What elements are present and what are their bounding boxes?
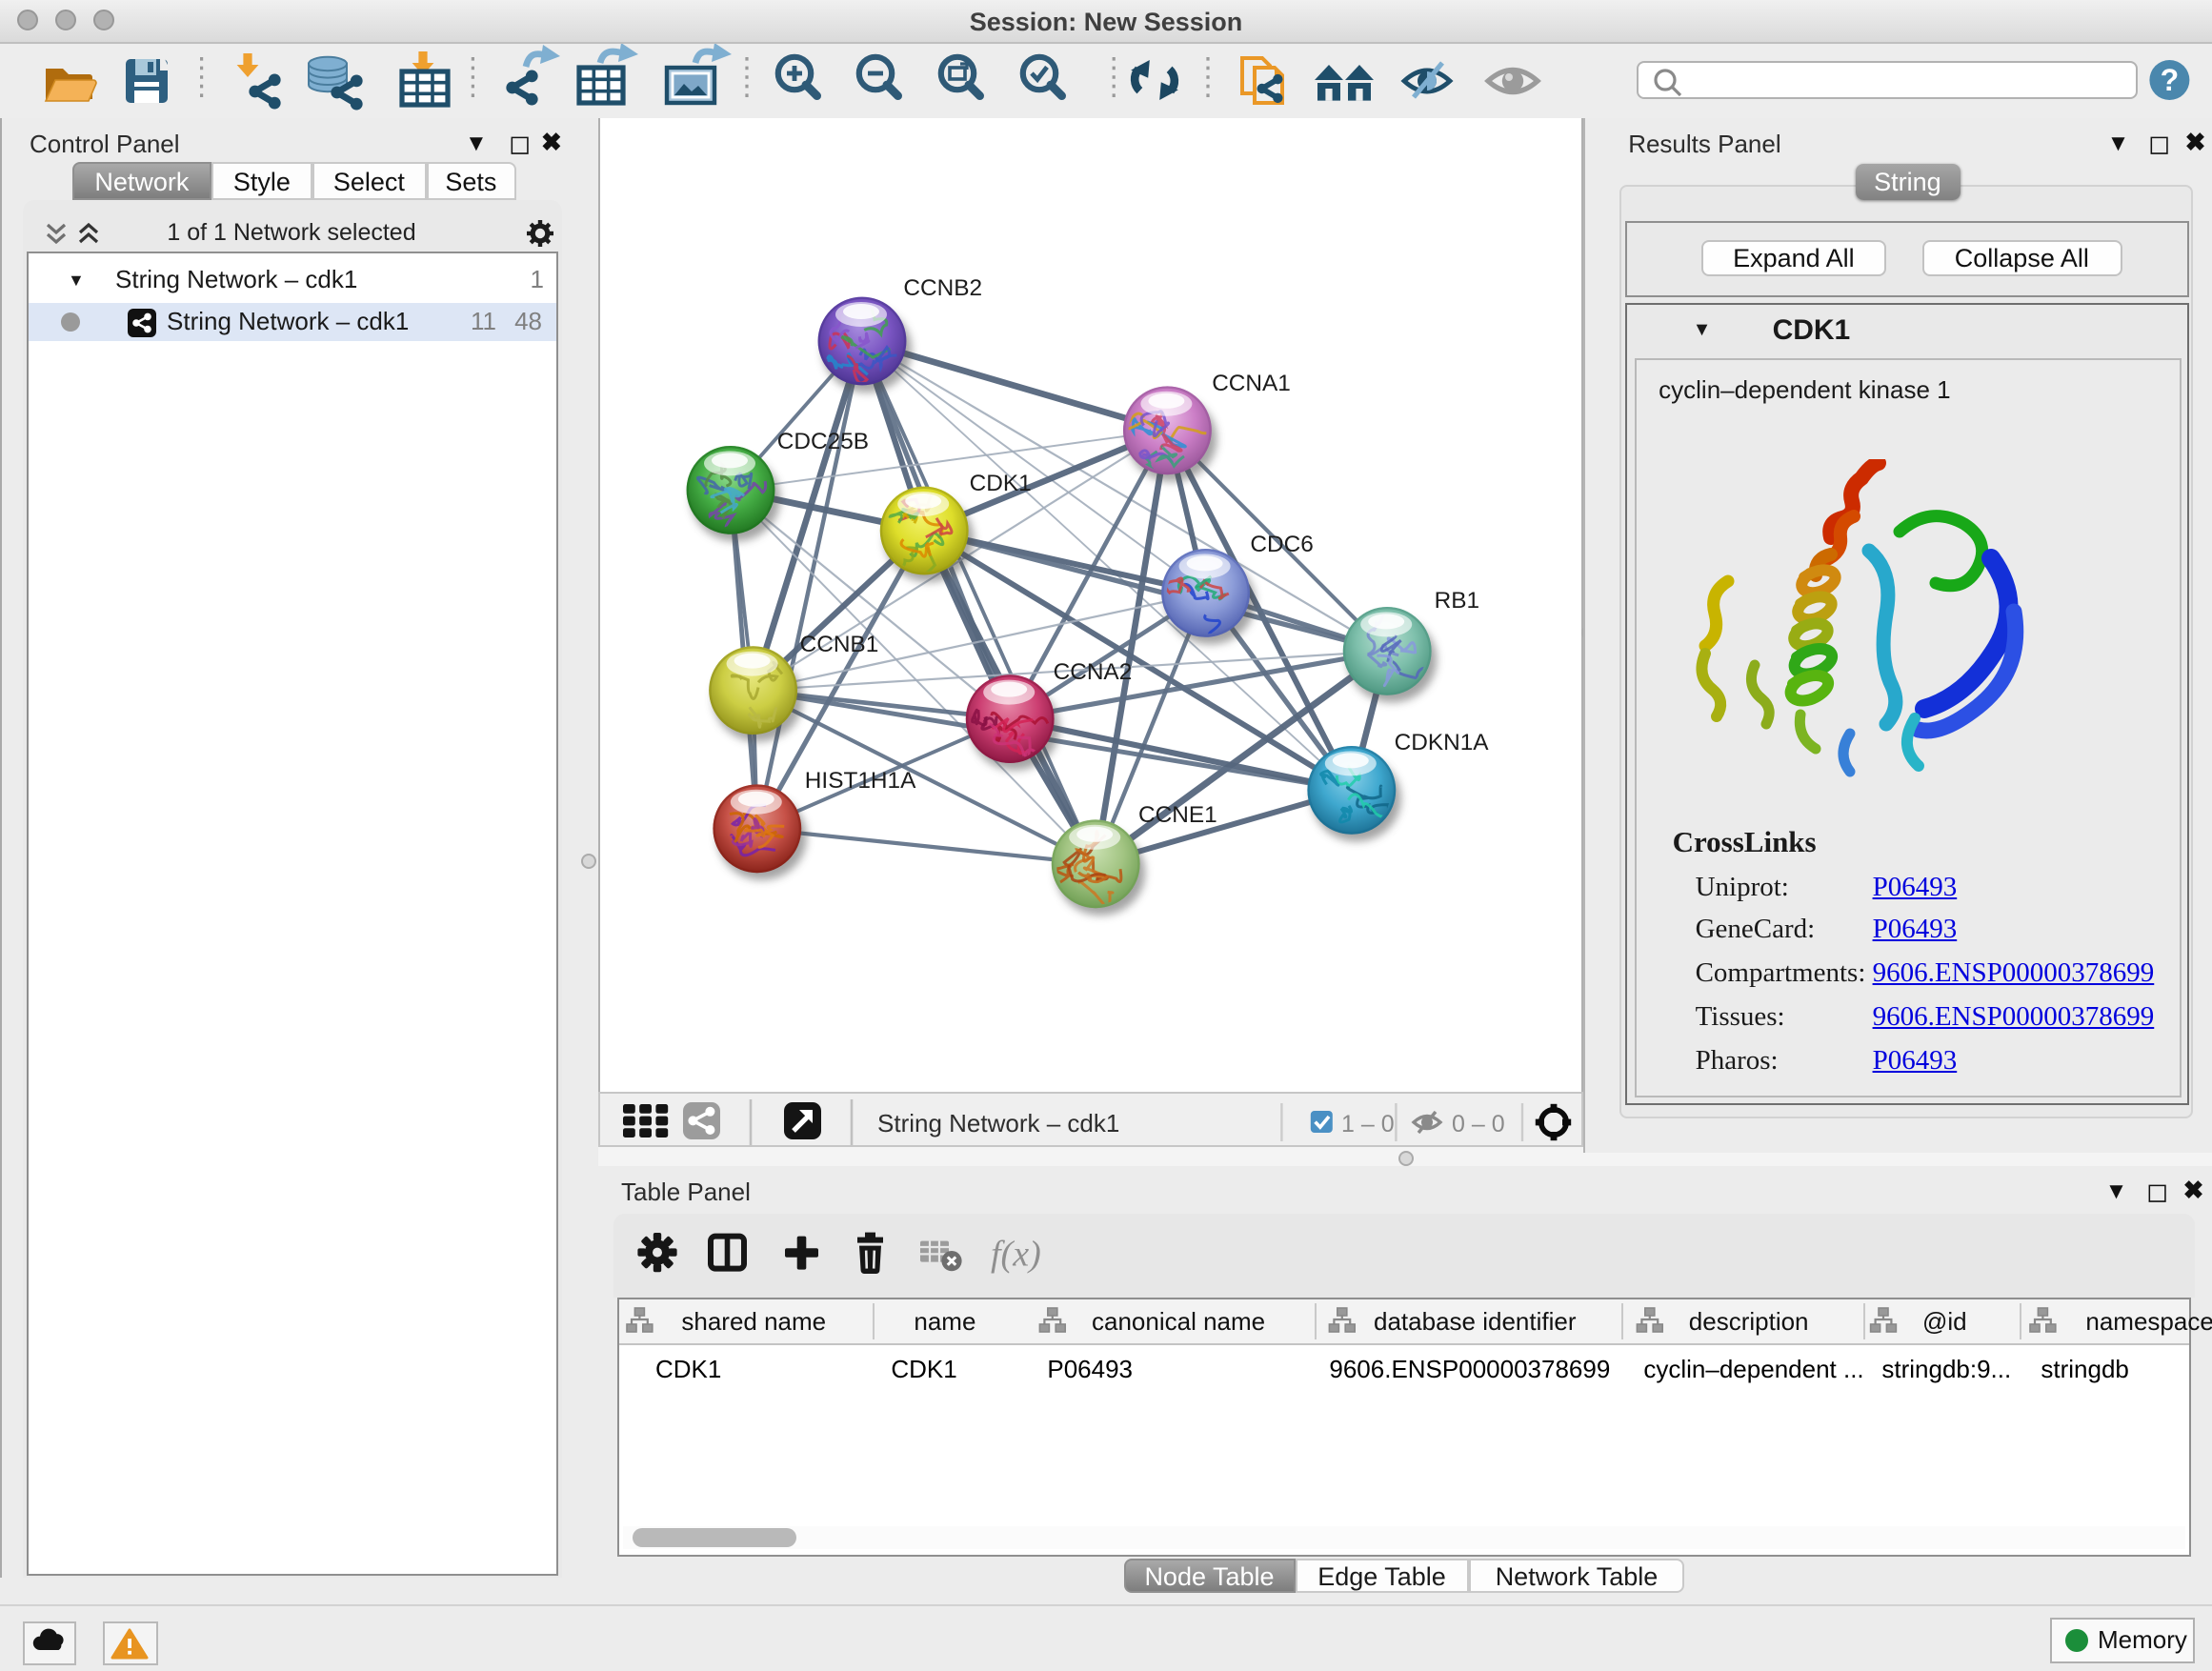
svg-text:CCNB1: CCNB1: [800, 632, 879, 657]
svg-text:CDK1: CDK1: [970, 471, 1032, 496]
svg-text:?: ?: [2161, 63, 2180, 97]
svg-text:RB1: RB1: [1435, 588, 1479, 614]
svg-text:CCNB2: CCNB2: [903, 275, 982, 301]
svg-text:CCNA1: CCNA1: [1212, 371, 1291, 396]
svg-text:HIST1H1A: HIST1H1A: [805, 768, 916, 794]
svg-text:CDC25B: CDC25B: [777, 429, 869, 454]
svg-text:f(x): f(x): [992, 1235, 1042, 1275]
svg-text:CDKN1A: CDKN1A: [1395, 730, 1490, 755]
svg-text:CCNA2: CCNA2: [1054, 659, 1133, 685]
svg-text:CCNE1: CCNE1: [1138, 802, 1217, 828]
svg-text:CDC6: CDC6: [1250, 532, 1313, 557]
